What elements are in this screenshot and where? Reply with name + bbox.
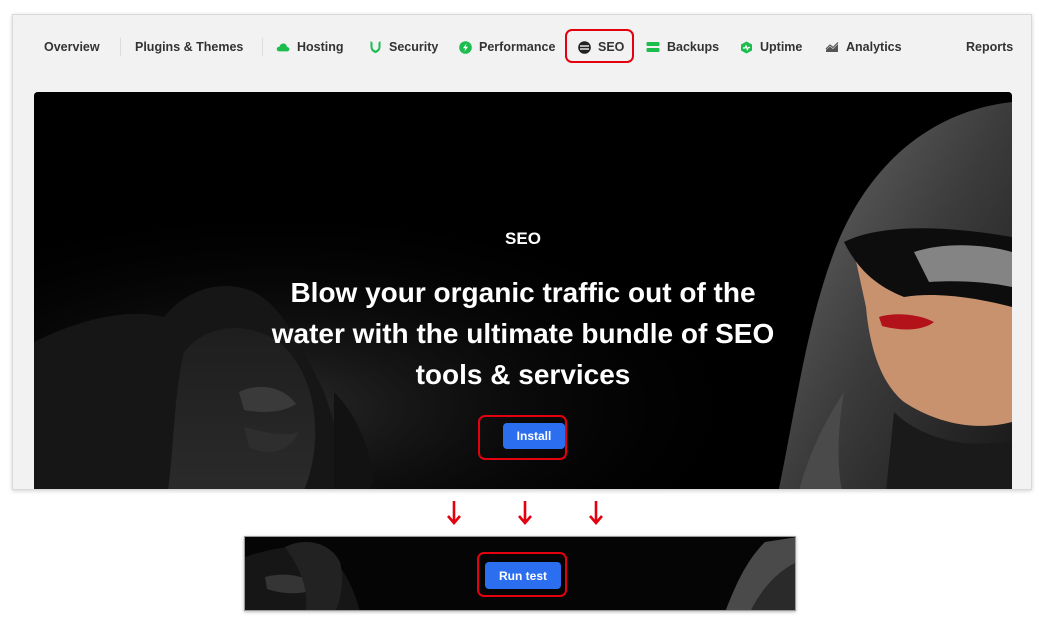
nav-performance[interactable]: Performance <box>458 37 555 57</box>
run-test-button-highlight <box>477 552 567 597</box>
nav-plugins-themes[interactable]: Plugins & Themes <box>135 37 243 57</box>
analytics-icon <box>825 40 839 54</box>
nav-hosting[interactable]: Hosting <box>276 37 344 57</box>
seo-tab-highlight <box>565 29 634 63</box>
nav-overview[interactable]: Overview <box>44 37 100 57</box>
nav-divider <box>262 38 263 56</box>
nav-uptime-label: Uptime <box>760 40 803 54</box>
down-arrow-icon <box>447 501 461 525</box>
nav-security-label: Security <box>389 40 439 54</box>
nav-backups-label: Backups <box>667 40 720 54</box>
shield-icon <box>368 40 382 54</box>
lightning-icon <box>458 40 472 54</box>
down-arrow-icon <box>589 501 603 525</box>
nav-reports-label: Reports <box>966 40 1014 54</box>
nav-analytics-label: Analytics <box>846 40 902 54</box>
backups-icon <box>646 40 660 54</box>
nav-divider <box>120 38 121 56</box>
nav-security[interactable]: Security <box>368 37 438 57</box>
nav-overview-label: Overview <box>44 40 100 54</box>
uptime-icon <box>739 40 753 54</box>
down-arrow-icon <box>518 501 532 525</box>
nav-analytics[interactable]: Analytics <box>825 37 902 57</box>
hero-label: SEO <box>505 229 541 248</box>
cloud-icon <box>276 40 290 54</box>
nav-plugins-themes-label: Plugins & Themes <box>135 40 244 54</box>
nav-reports[interactable]: Reports <box>966 37 1013 57</box>
install-button-highlight <box>478 415 567 460</box>
nav-uptime[interactable]: Uptime <box>739 37 802 57</box>
nav-backups[interactable]: Backups <box>646 37 719 57</box>
hero-headline: Blow your organic traffic out of the wat… <box>271 277 775 390</box>
nav-hosting-label: Hosting <box>297 40 344 54</box>
top-navigation: Overview Plugins & Themes Hosting Securi… <box>13 15 1031 77</box>
nav-performance-label: Performance <box>479 40 556 54</box>
